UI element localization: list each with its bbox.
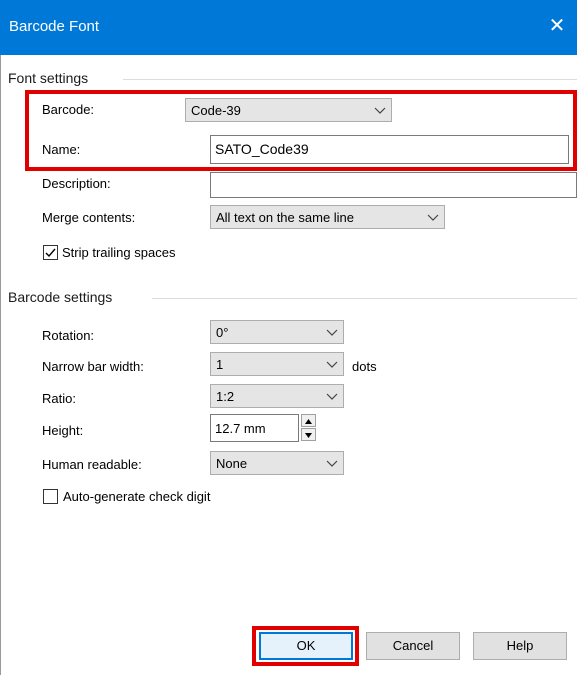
merge-contents-dropdown[interactable]: All text on the same line <box>210 205 445 229</box>
rotation-label: Rotation: <box>42 328 95 343</box>
barcode-label: Barcode: <box>42 102 95 117</box>
ratio-value: 1:2 <box>216 389 235 404</box>
barcode-settings-header: Barcode settings <box>8 289 113 305</box>
arrow-down-icon <box>305 433 312 438</box>
window-left-border <box>0 55 1 675</box>
chevron-down-icon <box>427 214 439 221</box>
strip-trailing-spaces-label[interactable]: Strip trailing spaces <box>62 245 175 260</box>
height-input-value: 12.7 mm <box>215 421 266 436</box>
description-label: Description: <box>42 176 111 191</box>
narrow-bar-width-value: 1 <box>216 357 224 372</box>
font-settings-divider <box>123 79 577 80</box>
chevron-down-icon <box>326 393 338 400</box>
narrow-bar-width-dropdown[interactable]: 1 <box>210 352 344 376</box>
font-settings-header: Font settings <box>8 70 89 86</box>
rotation-dropdown[interactable]: 0° <box>210 320 344 344</box>
merge-contents-label: Merge contents: <box>42 210 136 225</box>
barcode-dropdown[interactable]: Code-39 <box>185 98 392 122</box>
name-label: Name: <box>42 142 81 157</box>
chevron-down-icon <box>326 361 338 368</box>
chevron-down-icon <box>374 107 386 114</box>
narrow-bar-width-label: Narrow bar width: <box>42 359 144 374</box>
barcode-dropdown-value: Code-39 <box>191 103 241 118</box>
barcode-settings-divider <box>152 298 577 299</box>
ok-button[interactable]: OK <box>259 632 353 660</box>
ratio-label: Ratio: <box>42 391 76 406</box>
description-field[interactable] <box>210 172 577 198</box>
chevron-down-icon <box>326 329 338 336</box>
height-spin-up-button[interactable] <box>301 414 316 427</box>
name-field[interactable]: SATO_Code39 <box>210 135 569 164</box>
arrow-up-icon <box>305 419 312 424</box>
human-readable-dropdown[interactable]: None <box>210 451 344 475</box>
strip-trailing-spaces-checkbox[interactable] <box>43 245 58 260</box>
close-icon[interactable]: ✕ <box>543 12 571 40</box>
height-label: Height: <box>42 423 84 438</box>
merge-contents-value: All text on the same line <box>216 210 355 225</box>
chevron-down-icon <box>326 460 338 467</box>
height-spin-down-button[interactable] <box>301 428 316 441</box>
title-bar: Barcode Font ✕ <box>0 0 577 55</box>
auto-generate-check-digit-checkbox[interactable] <box>43 489 58 504</box>
window-title: Barcode Font <box>9 18 100 35</box>
ratio-dropdown[interactable]: 1:2 <box>210 384 344 408</box>
cancel-button[interactable]: Cancel <box>366 632 460 660</box>
checkmark-icon <box>45 248 56 258</box>
rotation-value: 0° <box>216 325 229 340</box>
help-button[interactable]: Help <box>473 632 567 660</box>
human-readable-value: None <box>216 456 248 471</box>
name-field-value: SATO_Code39 <box>215 141 309 157</box>
narrow-bar-width-unit: dots <box>352 359 377 374</box>
height-input[interactable]: 12.7 mm <box>210 414 299 442</box>
auto-generate-check-digit-label[interactable]: Auto-generate check digit <box>63 489 210 504</box>
human-readable-label: Human readable: <box>42 457 142 472</box>
